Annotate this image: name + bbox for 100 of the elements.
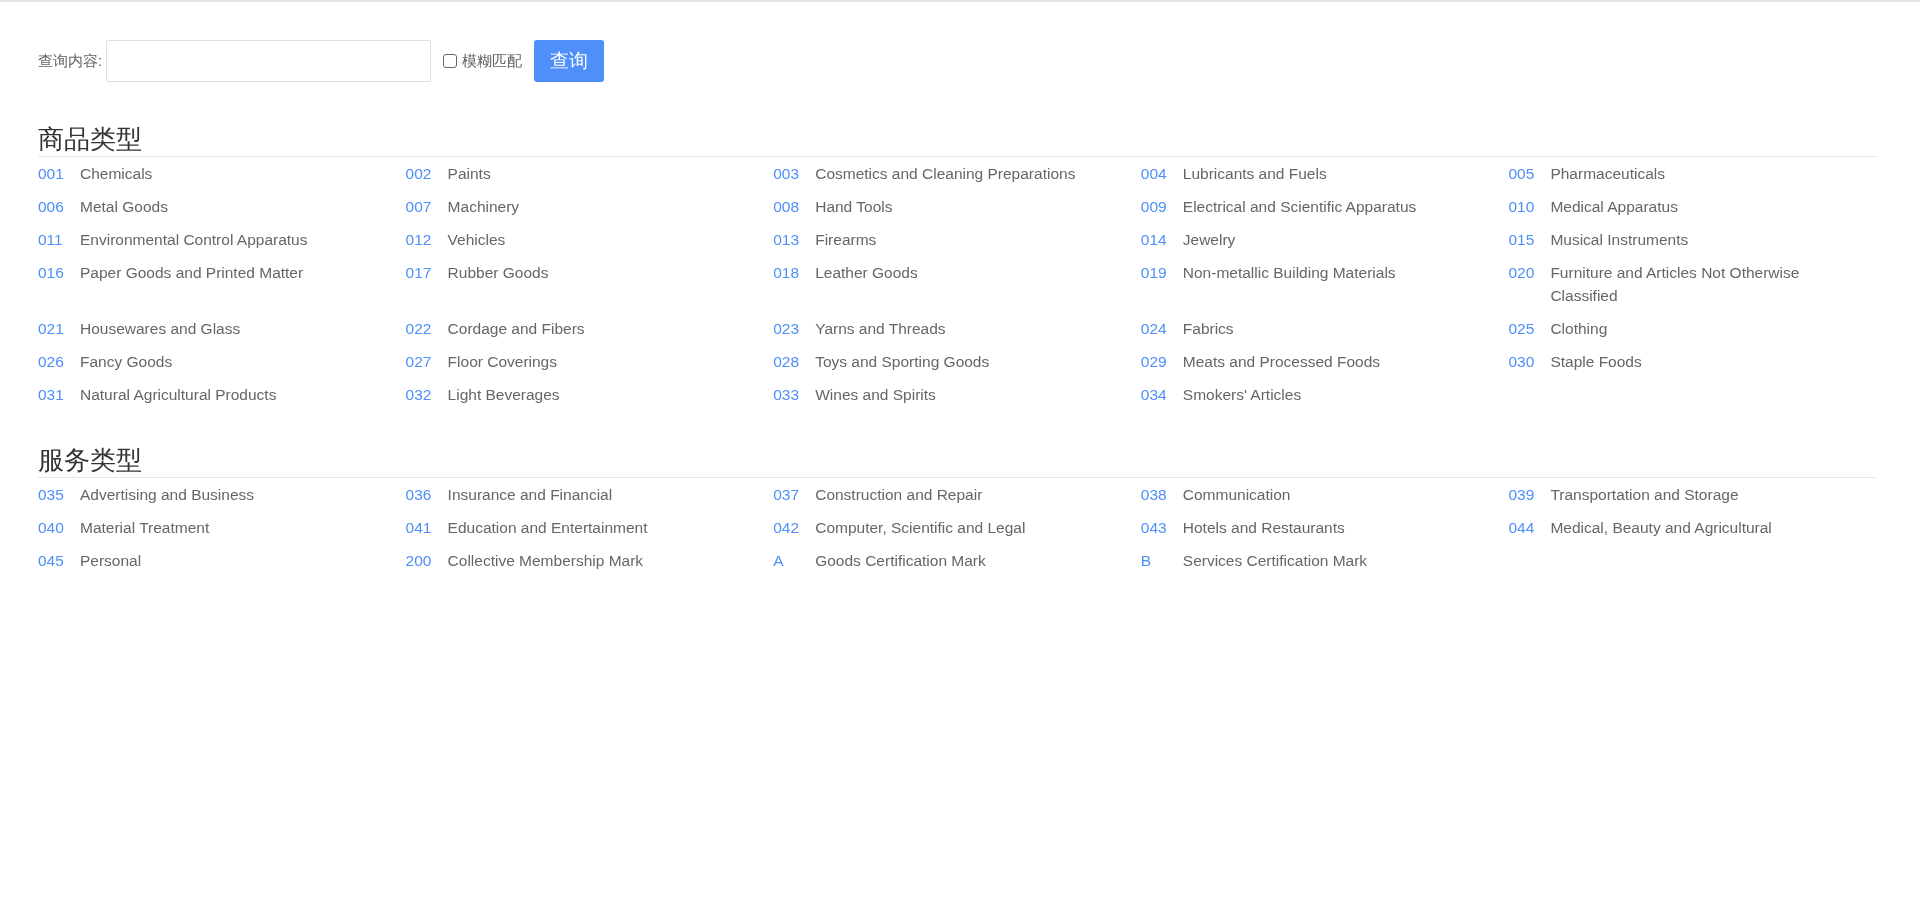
class-code[interactable]: 027 <box>405 350 448 373</box>
class-name[interactable]: Pharmaceuticals <box>1550 162 1841 185</box>
class-code[interactable]: 025 <box>1508 317 1551 340</box>
class-name[interactable]: Medical Apparatus <box>1550 195 1841 218</box>
class-code[interactable]: 037 <box>773 483 816 506</box>
class-code[interactable]: 045 <box>38 549 80 572</box>
class-name[interactable]: Construction and Repair <box>815 483 1106 506</box>
class-name[interactable]: Environmental Control Apparatus <box>80 228 370 251</box>
class-code[interactable]: 032 <box>405 383 448 406</box>
class-code[interactable]: 035 <box>38 483 80 506</box>
class-name[interactable]: Fabrics <box>1182 317 1473 340</box>
class-code[interactable]: 030 <box>1508 350 1551 373</box>
class-name[interactable]: Paints <box>447 162 738 185</box>
class-name[interactable]: Housewares and Glass <box>80 317 370 340</box>
class-name[interactable]: Wines and Spirits <box>815 383 1106 406</box>
class-name[interactable]: Personal <box>80 549 370 572</box>
class-code[interactable]: 009 <box>1140 195 1183 218</box>
class-code[interactable]: 200 <box>405 549 448 572</box>
class-code[interactable]: 042 <box>773 516 816 539</box>
class-name[interactable]: Leather Goods <box>815 261 1106 284</box>
class-code[interactable]: 036 <box>405 483 448 506</box>
class-name[interactable]: Hotels and Restaurants <box>1182 516 1473 539</box>
class-name[interactable]: Advertising and Business <box>80 483 370 506</box>
class-name[interactable]: Floor Coverings <box>447 350 738 373</box>
class-name[interactable]: Cordage and Fibers <box>447 317 738 340</box>
class-name[interactable]: Jewelry <box>1182 228 1473 251</box>
class-code[interactable]: 019 <box>1140 261 1183 284</box>
class-code[interactable]: 028 <box>773 350 816 373</box>
class-code[interactable]: 024 <box>1140 317 1183 340</box>
class-code[interactable]: 029 <box>1140 350 1183 373</box>
class-name[interactable]: Rubber Goods <box>447 261 738 284</box>
class-name[interactable]: Clothing <box>1550 317 1841 340</box>
class-name[interactable]: Furniture and Articles Not Otherwise Classified <box>1550 261 1841 307</box>
class-name[interactable]: Staple Foods <box>1550 350 1841 373</box>
class-name[interactable]: Musical Instruments <box>1550 228 1841 251</box>
class-name[interactable]: Collective Membership Mark <box>447 549 738 572</box>
class-code[interactable]: A <box>773 549 816 572</box>
fuzzy-match-checkbox[interactable] <box>443 54 458 68</box>
class-name[interactable]: Transportation and Storage <box>1550 483 1841 506</box>
class-name[interactable]: Computer, Scientific and Legal <box>815 516 1106 539</box>
class-name[interactable]: Natural Agricultural Products <box>80 383 370 406</box>
class-code[interactable]: 023 <box>773 317 816 340</box>
class-code[interactable]: 016 <box>38 261 80 284</box>
class-code[interactable]: 044 <box>1508 516 1551 539</box>
class-name[interactable]: Vehicles <box>447 228 738 251</box>
section-heading: 商品类型 <box>38 123 142 156</box>
class-code[interactable]: 014 <box>1140 228 1183 251</box>
class-name[interactable]: Fancy Goods <box>80 350 370 373</box>
class-name[interactable]: Toys and Sporting Goods <box>815 350 1106 373</box>
class-code[interactable]: 002 <box>405 162 448 185</box>
class-name[interactable]: Hand Tools <box>815 195 1106 218</box>
class-name[interactable]: Electrical and Scientific Apparatus <box>1182 195 1473 218</box>
class-code[interactable]: 015 <box>1508 228 1551 251</box>
class-code[interactable]: 031 <box>38 383 80 406</box>
class-name[interactable]: Medical, Beauty and Agricultural <box>1550 516 1841 539</box>
class-code[interactable]: 040 <box>38 516 80 539</box>
class-name[interactable]: Light Beverages <box>447 383 738 406</box>
class-name[interactable]: Firearms <box>815 228 1106 251</box>
class-name[interactable]: Goods Certification Mark <box>815 549 1106 572</box>
class-code[interactable]: 001 <box>38 162 80 185</box>
class-name[interactable]: Material Treatment <box>80 516 370 539</box>
search-field[interactable] <box>106 40 432 82</box>
class-code[interactable]: 034 <box>1140 383 1183 406</box>
class-name[interactable]: Services Certification Mark <box>1182 549 1473 572</box>
class-name[interactable]: Chemicals <box>80 162 370 185</box>
class-code[interactable]: 004 <box>1140 162 1183 185</box>
class-code[interactable]: 017 <box>405 261 448 284</box>
class-code[interactable]: 012 <box>405 228 448 251</box>
class-name[interactable]: Meats and Processed Foods <box>1182 350 1473 373</box>
class-code[interactable]: 013 <box>773 228 816 251</box>
class-code[interactable]: 008 <box>773 195 816 218</box>
class-code[interactable]: 033 <box>773 383 816 406</box>
class-code[interactable]: 022 <box>405 317 448 340</box>
class-code[interactable]: 043 <box>1140 516 1183 539</box>
class-name[interactable]: Insurance and Financial <box>447 483 738 506</box>
class-code[interactable]: 007 <box>405 195 448 218</box>
search-button[interactable]: 查询 <box>534 40 605 82</box>
class-code[interactable]: 003 <box>773 162 816 185</box>
class-code[interactable]: 039 <box>1508 483 1551 506</box>
class-code[interactable]: 005 <box>1508 162 1551 185</box>
class-code[interactable]: 018 <box>773 261 816 284</box>
class-code[interactable]: 020 <box>1508 261 1551 284</box>
class-name[interactable]: Yarns and Threads <box>815 317 1106 340</box>
class-code[interactable]: 038 <box>1140 483 1183 506</box>
class-code[interactable]: 011 <box>38 228 80 251</box>
class-name[interactable]: Smokers' Articles <box>1182 383 1473 406</box>
class-code[interactable]: 010 <box>1508 195 1551 218</box>
class-name[interactable]: Paper Goods and Printed Matter <box>80 261 370 284</box>
class-name[interactable]: Lubricants and Fuels <box>1182 162 1473 185</box>
class-code[interactable]: B <box>1140 549 1183 572</box>
class-name[interactable]: Cosmetics and Cleaning Preparations <box>815 162 1106 185</box>
class-name[interactable]: Non-metallic Building Materials <box>1182 261 1473 284</box>
class-code[interactable]: 041 <box>405 516 448 539</box>
class-name[interactable]: Metal Goods <box>80 195 370 218</box>
class-code[interactable]: 006 <box>38 195 80 218</box>
class-name[interactable]: Education and Entertainment <box>447 516 738 539</box>
class-code[interactable]: 026 <box>38 350 80 373</box>
class-name[interactable]: Machinery <box>447 195 738 218</box>
class-code[interactable]: 021 <box>38 317 80 340</box>
class-name[interactable]: Communication <box>1182 483 1473 506</box>
